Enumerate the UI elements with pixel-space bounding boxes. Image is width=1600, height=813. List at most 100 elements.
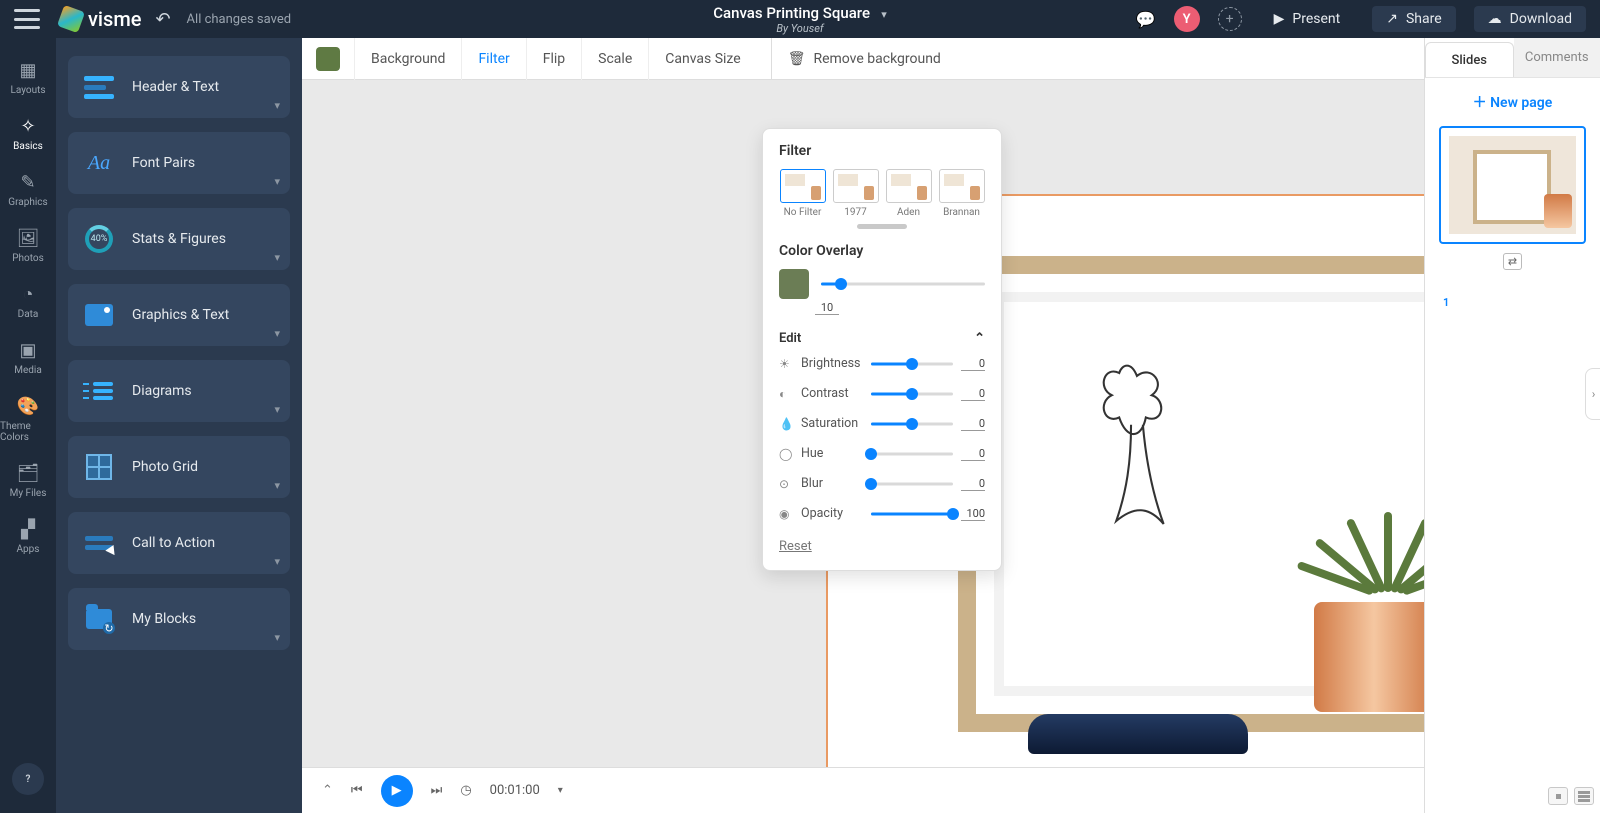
slide-transition-icon[interactable]: ⇄ (1503, 253, 1522, 270)
rail-basics[interactable]: ✧Basics (0, 106, 56, 162)
rail-media[interactable]: ▣Media (0, 330, 56, 386)
share-button[interactable]: ↗ Share (1372, 6, 1455, 32)
blur-icon: ⊙ (779, 477, 793, 491)
saturation-label: Saturation (801, 416, 863, 431)
preset-scroll-indicator[interactable] (857, 224, 907, 229)
edit-row-opacity: ◉Opacity100 (779, 506, 985, 521)
download-button[interactable]: ☁ Download (1474, 6, 1586, 32)
rail-theme-colors[interactable]: 🎨Theme Colors (0, 386, 56, 453)
chat-icon[interactable]: 💬 (1136, 10, 1156, 29)
cat-call-to-action[interactable]: Call to Action (68, 512, 290, 574)
hue-label: Hue (801, 446, 863, 461)
contrast-slider[interactable] (871, 387, 953, 401)
overlay-slider[interactable] (821, 276, 985, 292)
overlay-value[interactable]: 10 (815, 301, 839, 315)
menu-button[interactable] (14, 9, 40, 29)
color-overlay-heading: Color Overlay (779, 243, 985, 259)
editor-stage-wrap: Background Filter Flip Scale Canvas Size… (302, 38, 1424, 813)
new-page-button[interactable]: ＋ New page (1425, 78, 1600, 126)
timecode-caret-icon[interactable]: ▾ (558, 785, 563, 796)
cat-header-text[interactable]: Header & Text (68, 56, 290, 118)
right-panel: Slides Comments ＋ New page 1 ⇄ › (1424, 38, 1600, 813)
saturation-icon: 💧 (779, 417, 793, 431)
cat-stats-figures[interactable]: 40%Stats & Figures (68, 208, 290, 270)
share-icon: ↗ (1386, 11, 1398, 27)
saturation-value[interactable]: 0 (961, 417, 985, 431)
timecode: 00:01:00 (490, 783, 540, 798)
top-bar: visme ↶ All changes saved Canvas Printin… (0, 0, 1600, 38)
avatar[interactable]: Y (1174, 6, 1200, 32)
cat-my-blocks[interactable]: My Blocks (68, 588, 290, 650)
present-button[interactable]: ▶ Present (1260, 6, 1355, 32)
slide-thumbnail-1[interactable] (1439, 126, 1586, 244)
slide-index-1: 1 (1443, 296, 1449, 309)
undo-icon[interactable]: ↶ (155, 9, 170, 30)
cat-graphics-text[interactable]: Graphics & Text (68, 284, 290, 346)
image-toolbar: Background Filter Flip Scale Canvas Size… (302, 38, 1424, 80)
reset-button[interactable]: Reset (779, 539, 812, 554)
brightness-value[interactable]: 0 (961, 357, 985, 371)
remove-background-button[interactable]: 🗑Remove background (771, 38, 957, 80)
filter-preset-brannan[interactable]: Brannan (938, 169, 985, 218)
prev-frame-button[interactable]: ⏮ (351, 783, 363, 798)
top-actions: 💬 Y + ▶ Present ↗ Share ☁ Download (1136, 6, 1586, 32)
edit-row-saturation: 💧 Saturation 0 (779, 416, 985, 431)
blur-value[interactable]: 0 (961, 477, 985, 491)
canvas-stage[interactable]: Filter No Filter 1977 Aden Brannan Color… (302, 80, 1424, 813)
chevron-down-icon: ▾ (881, 8, 887, 21)
tab-slides[interactable]: Slides (1425, 42, 1514, 77)
rail-data[interactable]: ◔Data (0, 274, 56, 330)
brightness-icon: ☀ (779, 357, 793, 371)
basics-panel: Header & Text AaFont Pairs 40%Stats & Fi… (56, 38, 302, 813)
saturation-slider[interactable] (871, 417, 953, 431)
hue-slider[interactable] (871, 447, 953, 461)
save-status: All changes saved (187, 12, 292, 27)
color-swatch[interactable] (316, 47, 340, 71)
brightness-slider[interactable] (871, 357, 953, 371)
brightness-label: Brightness (801, 356, 863, 371)
scale-button[interactable]: Scale (581, 38, 648, 80)
opacity-value[interactable]: 100 (961, 507, 985, 521)
filter-preset-none[interactable]: No Filter (779, 169, 826, 218)
cat-photo-grid[interactable]: Photo Grid (68, 436, 290, 498)
rail-photos[interactable]: 🖼Photos (0, 218, 56, 274)
download-icon: ☁ (1488, 11, 1502, 27)
background-button[interactable]: Background (354, 38, 461, 80)
filter-preset-aden[interactable]: Aden (885, 169, 932, 218)
rail-apps[interactable]: ▞Apps (0, 509, 56, 565)
canvas-size-button[interactable]: Canvas Size (648, 38, 756, 80)
list-view-button[interactable] (1574, 787, 1594, 805)
edit-section-toggle[interactable]: Edit ⌃ (779, 331, 985, 346)
app-logo[interactable]: visme (60, 7, 141, 31)
hue-icon: ◯ (779, 447, 793, 461)
blur-slider[interactable] (871, 477, 953, 491)
cat-font-pairs[interactable]: AaFont Pairs (68, 132, 290, 194)
rail-my-files[interactable]: 🗂My Files (0, 453, 56, 509)
play-button[interactable]: ▶ (381, 775, 413, 807)
opacity-slider[interactable] (871, 507, 953, 521)
rail-layouts[interactable]: ▦Layouts (0, 50, 56, 106)
help-button[interactable]: ? (12, 763, 44, 795)
collapse-player-icon[interactable]: ⌃ (322, 783, 333, 798)
filter-button[interactable]: Filter (461, 38, 525, 80)
view-toggles (1548, 787, 1594, 805)
play-icon: ▶ (1274, 11, 1285, 27)
trash-icon: 🗑 (788, 51, 806, 67)
rail-graphics[interactable]: ✎Graphics (0, 162, 56, 218)
grid-view-button[interactable] (1548, 787, 1568, 805)
tab-comments[interactable]: Comments (1514, 38, 1600, 77)
hue-value[interactable]: 0 (961, 447, 985, 461)
filter-preset-1977[interactable]: 1977 (832, 169, 879, 218)
add-collaborator-button[interactable]: + (1218, 7, 1242, 31)
next-frame-button[interactable]: ⏭ (431, 783, 443, 798)
edit-row-blur: ⊙Blur0 (779, 476, 985, 491)
document-title-block[interactable]: Canvas Printing Square ▾ By Yousef (713, 4, 887, 35)
filter-heading: Filter (779, 143, 985, 159)
contrast-value[interactable]: 0 (961, 387, 985, 401)
flip-button[interactable]: Flip (526, 38, 581, 80)
cat-diagrams[interactable]: Diagrams (68, 360, 290, 422)
clock-icon: ◷ (460, 783, 471, 798)
filter-popover: Filter No Filter 1977 Aden Brannan Color… (762, 128, 1002, 571)
expand-panel-button[interactable]: › (1585, 368, 1600, 420)
overlay-color-swatch[interactable] (779, 269, 809, 299)
